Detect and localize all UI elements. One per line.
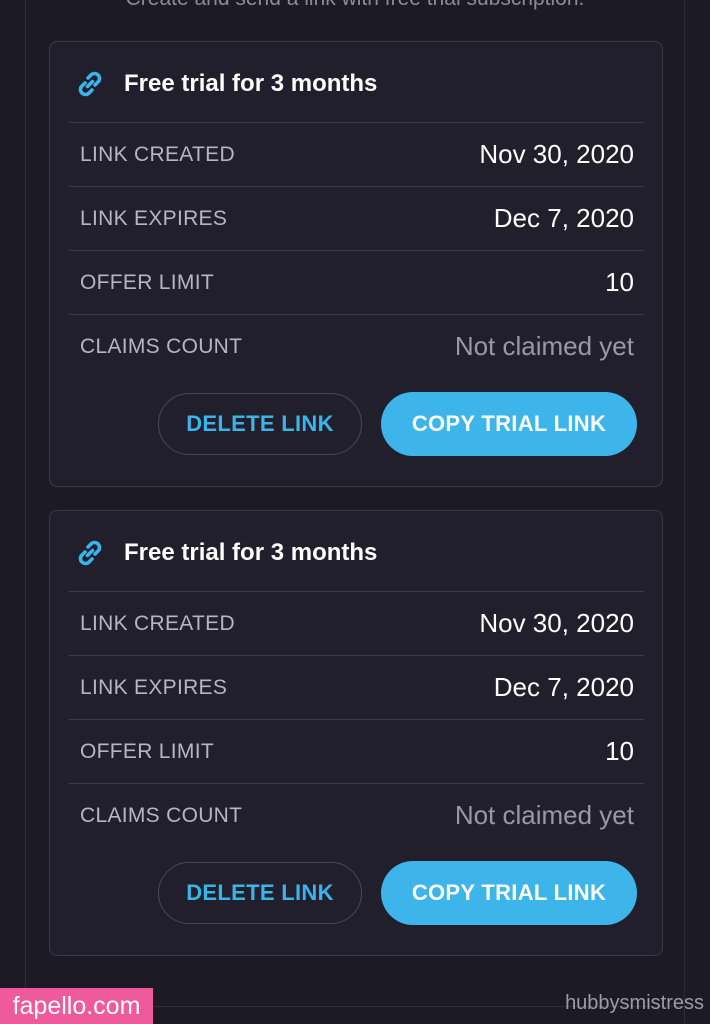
- card-actions: DELETE LINK COPY TRIAL LINK: [158, 861, 638, 925]
- detail-label: LINK CREATED: [80, 142, 235, 166]
- detail-label: LINK EXPIRES: [80, 675, 228, 699]
- trial-link-card: Free trial for 3 months LINK CREATED Nov…: [49, 41, 663, 487]
- card-header: Free trial for 3 months: [72, 64, 377, 104]
- site-watermark: fapello.com: [0, 988, 153, 1024]
- detail-value: Dec 7, 2020: [493, 672, 634, 702]
- card-actions: DELETE LINK COPY TRIAL LINK: [158, 392, 638, 456]
- section-subtitle: Create and send a link with free trial s…: [0, 0, 710, 11]
- detail-row-claims-count: CLAIMS COUNT Not claimed yet: [69, 314, 644, 378]
- detail-label: LINK CREATED: [80, 611, 235, 635]
- link-icon: [72, 66, 108, 102]
- detail-value: 10: [605, 736, 634, 766]
- card-title: Free trial for 3 months: [124, 539, 378, 566]
- details-list: LINK CREATED Nov 30, 2020 LINK EXPIRES D…: [69, 591, 644, 847]
- detail-row-link-created: LINK CREATED Nov 30, 2020: [69, 122, 644, 186]
- detail-row-link-expires: LINK EXPIRES Dec 7, 2020: [69, 655, 644, 719]
- user-watermark: hubbysmistress: [565, 992, 704, 1014]
- detail-value: Not claimed yet: [454, 800, 634, 830]
- delete-link-button[interactable]: DELETE LINK: [158, 862, 362, 924]
- copy-trial-link-button[interactable]: COPY TRIAL LINK: [381, 392, 637, 456]
- card-title: Free trial for 3 months: [124, 70, 378, 97]
- delete-link-button[interactable]: DELETE LINK: [158, 393, 362, 455]
- detail-value: Not claimed yet: [454, 331, 634, 361]
- details-list: LINK CREATED Nov 30, 2020 LINK EXPIRES D…: [69, 122, 644, 378]
- detail-row-claims-count: CLAIMS COUNT Not claimed yet: [69, 783, 644, 847]
- container-border-left: [25, 0, 26, 1024]
- link-icon: [72, 535, 108, 571]
- detail-value: 10: [605, 267, 634, 297]
- trial-link-card: Free trial for 3 months LINK CREATED Nov…: [49, 510, 663, 956]
- detail-label: OFFER LIMIT: [80, 270, 214, 294]
- detail-row-offer-limit: OFFER LIMIT 10: [69, 719, 644, 783]
- page: Create and send a link with free trial s…: [0, 0, 710, 1024]
- detail-value: Nov 30, 2020: [479, 608, 634, 638]
- detail-label: CLAIMS COUNT: [80, 803, 243, 827]
- detail-value: Nov 30, 2020: [479, 139, 634, 169]
- detail-value: Dec 7, 2020: [493, 203, 634, 233]
- detail-row-offer-limit: OFFER LIMIT 10: [69, 250, 644, 314]
- detail-row-link-expires: LINK EXPIRES Dec 7, 2020: [69, 186, 644, 250]
- card-header: Free trial for 3 months: [72, 533, 377, 573]
- detail-row-link-created: LINK CREATED Nov 30, 2020: [69, 591, 644, 655]
- detail-label: OFFER LIMIT: [80, 739, 214, 763]
- detail-label: LINK EXPIRES: [80, 206, 228, 230]
- copy-trial-link-button[interactable]: COPY TRIAL LINK: [381, 861, 637, 925]
- container-border-right: [684, 0, 685, 1024]
- detail-label: CLAIMS COUNT: [80, 334, 243, 358]
